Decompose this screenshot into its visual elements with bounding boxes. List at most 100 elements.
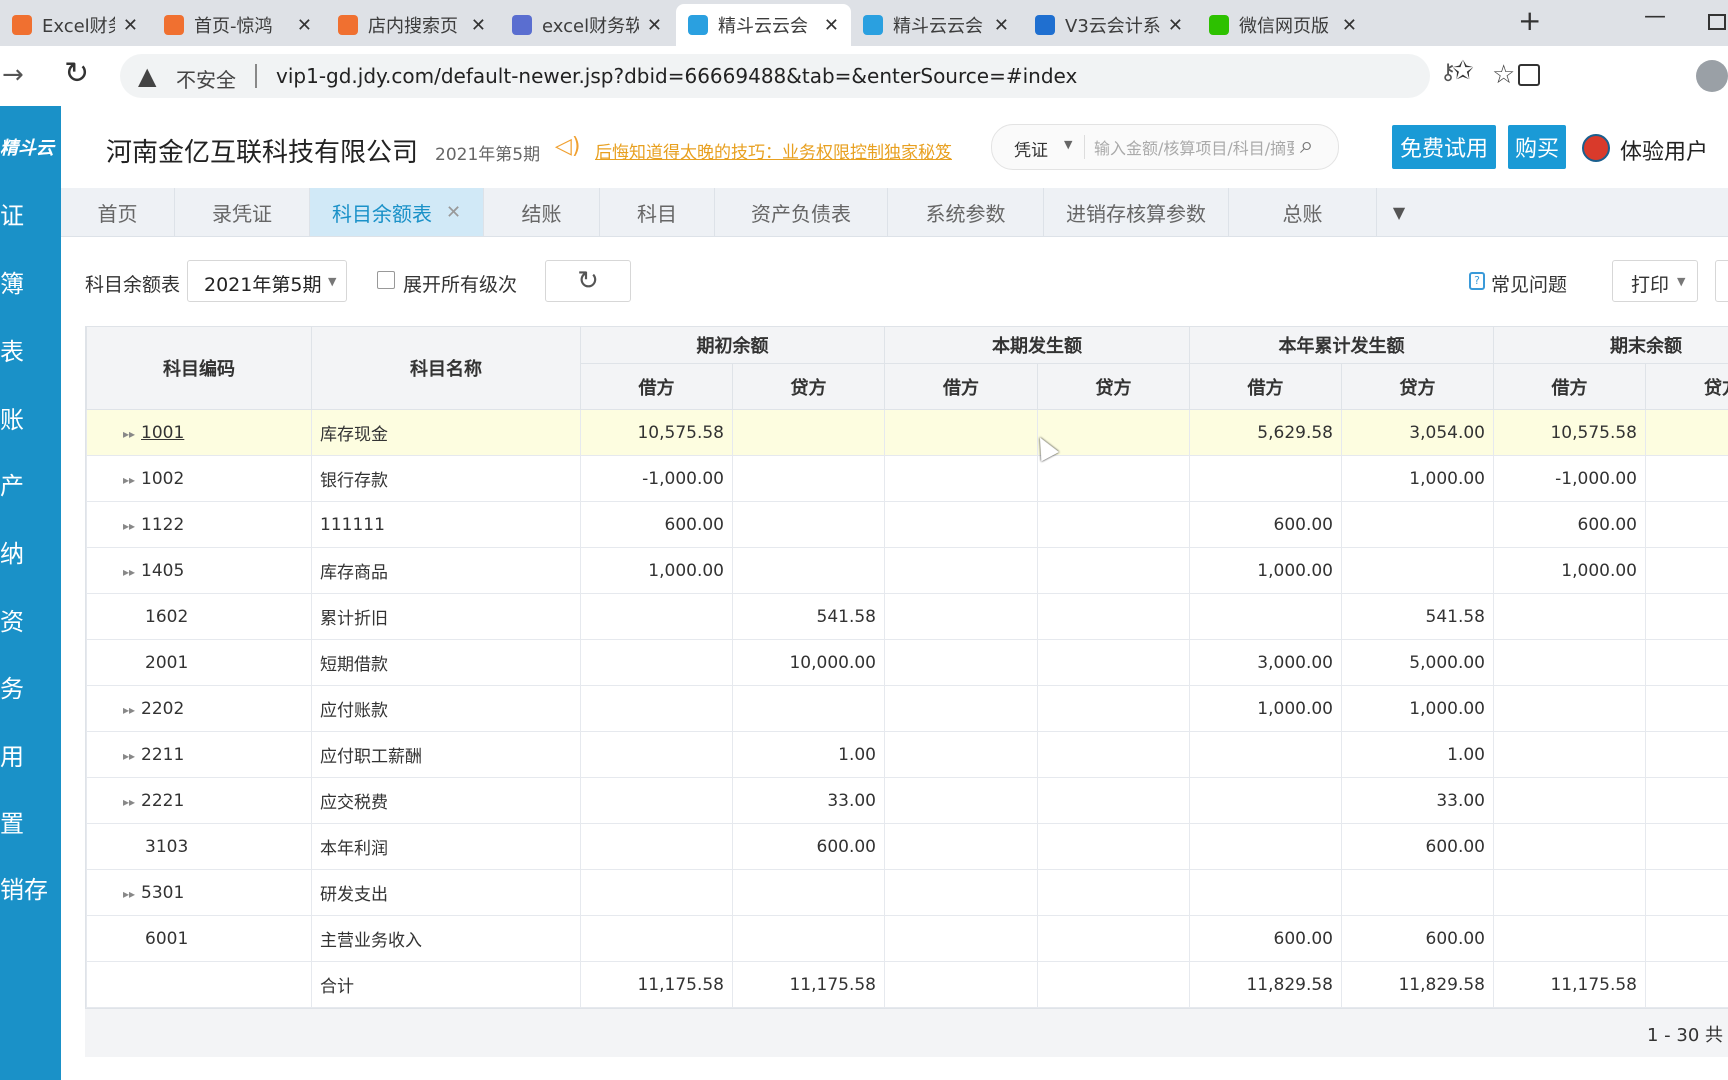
expand-all-checkbox[interactable]	[377, 271, 395, 289]
left-nav-item[interactable]: 表	[0, 332, 24, 367]
search-icon[interactable]: ⌕	[1300, 131, 1313, 159]
expand-icon[interactable]: ▸▸	[123, 519, 135, 533]
browser-tab[interactable]: 精斗云云会 ✕	[676, 4, 851, 46]
close-icon[interactable]: ✕	[994, 15, 1009, 36]
browser-tab[interactable]: 微信网页版 ✕	[1197, 4, 1369, 46]
left-nav-item[interactable]: 簿	[0, 264, 24, 299]
close-icon[interactable]: ✕	[1342, 15, 1357, 36]
account-name: 库存现金	[311, 409, 581, 456]
browser-tab[interactable]: 精斗云云会 ✕	[851, 4, 1021, 46]
caret-down-icon[interactable]: ▼	[1064, 138, 1072, 151]
faq-link[interactable]: 常见问题	[1491, 270, 1567, 297]
table-row[interactable]: ▸▸ 1002 银行存款 -1,000.00 1,000.00 -1,000.00	[86, 455, 1728, 502]
left-nav-item[interactable]: 置	[0, 804, 24, 839]
module-tab[interactable]: 资产负债表	[715, 188, 888, 236]
amount-cell	[732, 501, 885, 548]
left-nav-item[interactable]: 纳	[0, 534, 24, 569]
table-row[interactable]: 合计 11,175.58 11,175.58 11,829.58 11,829.58 11…	[86, 961, 1728, 1008]
free-trial-button[interactable]: 免费试用	[1392, 125, 1496, 169]
amount-cell: 11,175.58	[1493, 961, 1646, 1008]
expand-icon[interactable]: ▸▸	[123, 795, 135, 809]
browser-tab[interactable]: 店内搜索页 ✕	[326, 4, 498, 46]
browser-tab[interactable]: Excel财务软 ✕	[0, 4, 150, 46]
close-icon[interactable]: ✕	[647, 15, 662, 36]
profile-icon[interactable]	[1696, 60, 1728, 92]
close-icon[interactable]: ✕	[824, 15, 839, 36]
account-code: 3103	[145, 836, 189, 857]
refresh-button[interactable]: ↻	[545, 260, 631, 302]
left-nav-item[interactable]: 用	[0, 737, 24, 772]
search-type-select[interactable]: 凭证	[1014, 136, 1048, 161]
browser-tab[interactable]: 首页-惊鸿 ✕	[152, 4, 324, 46]
expand-icon[interactable]: ▸▸	[123, 887, 135, 901]
table-row[interactable]: ▸▸ 1405 库存商品 1,000.00 1,000.00 1,000.00	[86, 547, 1728, 594]
left-nav-item[interactable]: 资	[0, 602, 24, 637]
expand-all-label[interactable]: 展开所有级次	[403, 270, 517, 297]
table-row[interactable]: ▸▸ 1001 库存现金 10,575.58 5,629.58 3,054.00 10,57…	[86, 409, 1728, 456]
browser-tab[interactable]: excel财务软 ✕	[500, 4, 674, 46]
omnibox[interactable]: ▲ 不安全 vip1-gd.jdy.com/default-newer.jsp?…	[120, 54, 1515, 98]
favorites-icon[interactable]: ✩	[1452, 56, 1474, 86]
table-row[interactable]: 2001 短期借款 10,000.00 3,000.005,000.00 10	[86, 639, 1728, 686]
amount-cell	[884, 501, 1038, 548]
header-ytd-amount: 本年累计发生额	[1189, 326, 1494, 364]
module-tab[interactable]: 系统参数	[888, 188, 1044, 236]
left-nav-item[interactable]: 销存	[0, 870, 48, 905]
close-icon[interactable]: ✕	[446, 202, 461, 223]
close-icon[interactable]: ✕	[1168, 15, 1183, 36]
module-tab[interactable]: 进销存核算参数	[1044, 188, 1229, 236]
module-tab[interactable]: 结账	[484, 188, 600, 236]
table-row[interactable]: 1602 累计折旧 541.58 541.58	[86, 593, 1728, 640]
table-row[interactable]: ▸▸ 1122 111111 600.00 600.00 600.00	[86, 501, 1728, 548]
user-menu[interactable]: 体验用户	[1620, 134, 1708, 166]
more-button[interactable]	[1715, 260, 1728, 302]
search-input[interactable]	[1092, 133, 1296, 163]
reload-button[interactable]: ↻	[64, 56, 89, 91]
amount-cell	[1037, 501, 1190, 548]
tabs-more-dropdown[interactable]: ▼	[1377, 188, 1421, 236]
forward-button[interactable]: →	[2, 60, 24, 90]
new-tab-button[interactable]: +	[1518, 4, 1541, 37]
url-text[interactable]: vip1-gd.jdy.com/default-newer.jsp?dbid=6…	[276, 64, 1077, 88]
table-row[interactable]: ▸▸ 2202 应付账款 1,000.00 1,000.00	[86, 685, 1728, 732]
minimize-button[interactable]: —	[1644, 4, 1666, 29]
buy-button[interactable]: 购买	[1508, 125, 1566, 169]
avatar[interactable]	[1582, 134, 1610, 162]
maximize-button[interactable]	[1708, 14, 1726, 30]
left-nav-item[interactable]: 证	[0, 196, 24, 231]
expand-icon[interactable]: ▸▸	[123, 427, 135, 441]
table-row[interactable]: 3103 本年利润 600.00 600.00	[86, 823, 1728, 870]
amount-cell: 1,000.00	[580, 547, 733, 594]
brand-logo[interactable]: 精斗云	[0, 134, 54, 160]
account-code-cell: ▸▸ 1122	[86, 501, 312, 548]
close-icon[interactable]: ✕	[297, 15, 312, 36]
table-row[interactable]: 6001 主营业务收入 600.00 600.00	[86, 915, 1728, 962]
help-icon[interactable]: ?	[1469, 272, 1485, 290]
print-button[interactable]: 打印 ▼	[1612, 260, 1698, 302]
expand-icon[interactable]: ▸▸	[123, 703, 135, 717]
account-code[interactable]: 1001	[141, 423, 184, 443]
module-tab[interactable]: 总账	[1229, 188, 1377, 236]
add-favorite-icon[interactable]: ☆	[1492, 60, 1515, 90]
expand-icon[interactable]: ▸▸	[123, 565, 135, 579]
module-tab[interactable]: 录凭证	[175, 188, 310, 236]
notice-link[interactable]: 后悔知道得太晚的技巧：业务权限控制独家秘笈	[595, 138, 952, 163]
account-code-cell[interactable]: ▸▸ 1001	[86, 409, 312, 456]
expand-icon[interactable]: ▸▸	[123, 749, 135, 763]
module-tab[interactable]: 科目余额表 ✕	[310, 188, 484, 236]
browser-tab[interactable]: V3云会计系 ✕	[1023, 4, 1195, 46]
module-tab[interactable]: 科目	[600, 188, 715, 236]
left-nav-item[interactable]: 务	[0, 669, 24, 704]
close-icon[interactable]: ✕	[471, 15, 486, 36]
close-icon[interactable]: ✕	[123, 15, 138, 36]
table-row[interactable]: ▸▸ 2221 应交税费 33.00 33.00	[86, 777, 1728, 824]
module-tab[interactable]: 首页	[61, 188, 175, 236]
left-nav-item[interactable]: 产	[0, 466, 24, 501]
period-select[interactable]: 2021年第5期 ▼	[187, 260, 347, 302]
account-code-cell: 2001	[86, 639, 312, 686]
collections-icon[interactable]	[1518, 64, 1540, 86]
left-nav-item[interactable]: 账	[0, 400, 24, 435]
expand-icon[interactable]: ▸▸	[123, 473, 135, 487]
table-row[interactable]: ▸▸ 5301 研发支出	[86, 869, 1728, 916]
table-row[interactable]: ▸▸ 2211 应付职工薪酬 1.00 1.00	[86, 731, 1728, 778]
